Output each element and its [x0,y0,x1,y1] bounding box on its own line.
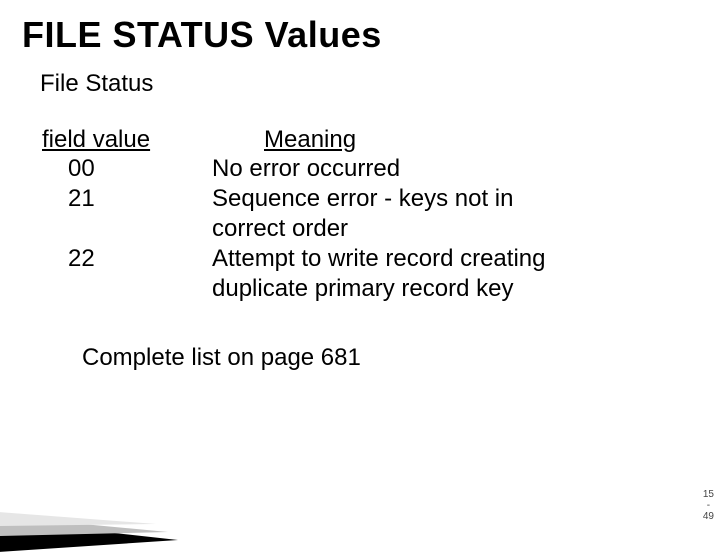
slide-title: FILE STATUS Values [0,0,720,56]
page-number: 15 - 49 [703,489,714,522]
subtitle: File Status [0,56,720,98]
status-table: field value 00 21 22 Meaning No error oc… [0,126,720,304]
header-field-value: field value [40,126,212,154]
pagenum-bot: 49 [703,511,714,522]
pagenum-mid: - [703,500,714,511]
meaning-21: Sequence error - keys not in correct ord… [212,184,572,244]
code-blank [40,214,212,244]
column-field-value: field value 00 21 22 [40,126,212,304]
code-22: 22 [40,244,212,274]
meaning-22: Attempt to write record creating duplica… [212,244,572,304]
code-00: 00 [40,154,212,184]
pagenum-top: 15 [703,489,714,500]
footnote: Complete list on page 681 [0,344,720,372]
decorative-wedge-icon [0,482,178,552]
meaning-00: No error occurred [212,154,572,184]
header-meaning: Meaning [212,126,572,154]
column-meaning: Meaning No error occurred Sequence error… [212,126,572,304]
code-21: 21 [40,184,212,214]
